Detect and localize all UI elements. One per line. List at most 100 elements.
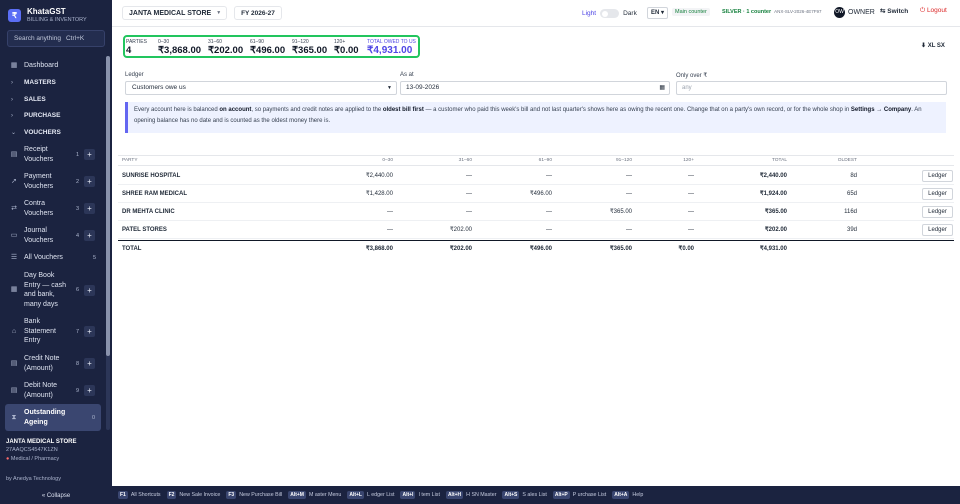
sidebar-item-receipt-vouchers[interactable]: ▤ Receipt Vouchers 1 + (0, 144, 104, 165)
asat-date-input[interactable]: 13-09-2026 ▦ (400, 81, 670, 95)
shortcut-bar: F1 All Shortcuts F2 New Sale Invoice F3 New… (112, 486, 960, 504)
settings-company-link[interactable]: Settings → Company (851, 107, 911, 113)
bank-icon: ⌂ (11, 327, 17, 335)
shop-category: ● Medical / Pharmacy (6, 456, 60, 462)
sidebar-scrollbar-thumb[interactable] (106, 56, 110, 356)
debit-note-icon: ▤ (10, 386, 18, 394)
brand-name: KhataGST (27, 7, 66, 16)
info-note: Every account here is balanced on accoun… (125, 102, 946, 133)
shortcut-master-menu[interactable]: Alt+M M aster Menu (288, 491, 341, 499)
counter-badge[interactable]: Main counter (672, 8, 710, 16)
chevron-right-icon: › (11, 96, 13, 103)
search-placeholder: Search anything (14, 35, 61, 42)
add-payment-button[interactable]: + (84, 176, 95, 187)
shortcut-new-sale[interactable]: F2 New Sale Invoice (166, 491, 220, 499)
summary-120-plus: 120+ ₹0.00 (334, 39, 359, 56)
collapse-button[interactable]: « Collapse (0, 489, 112, 504)
asat-label: As at (400, 72, 414, 78)
sidebar-item-debit-note[interactable]: ▤ Debit Note (Amount) 9 + (0, 380, 104, 401)
chevron-right-icon: › (11, 79, 13, 86)
shortcut-purchase-list[interactable]: Alt+P P urchase List (552, 491, 606, 499)
shop-info: JANTA MEDICAL STORE 27AAQCS4547K1ZN ● Me… (6, 438, 106, 464)
sidebar-section-vouchers[interactable]: ⌄ VOUCHERS (0, 127, 104, 138)
summary-parties: PARTIES 4 (126, 39, 147, 56)
add-credit-note-button[interactable]: + (84, 358, 95, 369)
shortcut-sales-list[interactable]: Alt+S S ales List (502, 491, 547, 499)
sidebar-item-label: Dashboard (24, 61, 59, 69)
shop-gstin: 27AAQCS4547K1ZN (6, 447, 58, 453)
logout-button[interactable]: ⏻ Logout (920, 7, 947, 15)
ledger-label: Ledger (125, 72, 144, 78)
sidebar-section-masters[interactable]: › MASTERS (0, 77, 104, 88)
language-select[interactable]: EN ▾ (647, 7, 669, 19)
summary-total: TOTAL OWED TO US ₹4,931.00 (367, 39, 416, 56)
rupee-logo-icon: ₹ (8, 9, 21, 22)
add-day-book-button[interactable]: + (84, 284, 95, 296)
summary-31-60: 31–60 ₹202.00 (208, 39, 244, 56)
credit-note-icon: ▤ (10, 359, 18, 367)
sidebar-section-purchase[interactable]: › PURCHASE (0, 110, 104, 121)
sidebar-item-payment-vouchers[interactable]: ➚ Payment Vouchers 2 + (0, 171, 104, 192)
shortcut-item-list[interactable]: Alt+I I tem List (400, 491, 440, 499)
table-row: SUNRISE HOSPITAL ₹2,440.00 — — — — ₹2,44… (118, 167, 954, 185)
topbar: JANTA MEDICAL STORE ▼ FY 2026-27 Light D… (112, 0, 960, 27)
shortcut-all[interactable]: F1 All Shortcuts (118, 491, 161, 499)
ledger-button[interactable]: Ledger (922, 188, 953, 200)
chevron-down-icon: ⌄ (11, 130, 17, 136)
list-icon: ☰ (10, 253, 18, 261)
search-input[interactable]: Search anything Ctrl+K (7, 30, 105, 47)
sidebar-item-all-vouchers[interactable]: ☰ All Vouchers 5 (0, 252, 104, 263)
chevron-down-icon: ▼ (216, 10, 222, 16)
table-row: SHREE RAM MEDICAL ₹1,428.00 — ₹496.00 — … (118, 185, 954, 203)
pill-icon: ● (6, 456, 10, 462)
add-journal-button[interactable]: + (84, 230, 95, 241)
brand-subtitle: BILLING & INVENTORY (27, 17, 87, 23)
summary-0-30: 0–30 ₹3,868.00 (158, 39, 202, 56)
add-debit-note-button[interactable]: + (84, 385, 95, 396)
brand[interactable]: ₹ KhataGST BILLING & INVENTORY (8, 7, 87, 24)
only-over-input[interactable]: any (676, 81, 947, 95)
shop-selector[interactable]: JANTA MEDICAL STORE ▼ (122, 6, 227, 20)
sidebar-section-sales[interactable]: › SALES (0, 94, 104, 105)
table-header: PARTY 0–30 31–60 61–90 91–120 120+ TOTAL… (118, 155, 954, 166)
add-receipt-button[interactable]: + (84, 149, 95, 160)
chevron-right-icon: › (11, 112, 13, 119)
sidebar-item-day-book[interactable]: ▦ Day Book Entry — cash and bank, many d… (0, 270, 104, 310)
sidebar-item-journal-vouchers[interactable]: ▭ Journal Vouchers 4 + (0, 225, 104, 246)
sidebar-item-credit-note[interactable]: ▤ Credit Note (Amount) 8 + (0, 353, 104, 374)
theme-toggle[interactable]: Light Dark (582, 9, 637, 18)
search-shortcut: Ctrl+K (65, 35, 85, 42)
ledger-button[interactable]: Ledger (922, 224, 953, 236)
switch-button[interactable]: ⇆ Switch (880, 7, 908, 15)
calendar-icon: ▦ (10, 286, 18, 293)
hourglass-icon: ⧗ (11, 413, 17, 421)
shop-name: JANTA MEDICAL STORE (6, 439, 77, 445)
ledger-button[interactable]: Ledger (922, 170, 953, 182)
shortcut-ledger-list[interactable]: Alt+L L edger List (347, 491, 394, 499)
vendor-credit: by Anedya Technology (6, 476, 61, 482)
add-bank-statement-button[interactable]: + (84, 326, 95, 337)
shortcut-new-purchase[interactable]: F3 New Purchase Bill (226, 491, 282, 499)
calendar-icon[interactable]: ▦ (659, 82, 665, 94)
sidebar-item-contra-vouchers[interactable]: ⇄ Contra Vouchers 3 + (0, 198, 104, 219)
table-row: DR MEHTA CLINIC — — — ₹365.00 — ₹365.00 … (118, 203, 954, 221)
user-menu[interactable]: OW OWNER (834, 7, 875, 18)
summary-91-120: 91–120 ₹365.00 (292, 39, 328, 56)
avatar: OW (834, 7, 845, 18)
theme-switch[interactable] (600, 9, 620, 18)
export-xlsx-button[interactable]: ⬇ XL SX (921, 42, 945, 49)
contra-icon: ⇄ (11, 204, 17, 212)
sidebar-item-dashboard[interactable]: ▦ Dashboard (0, 60, 104, 71)
ledger-select[interactable]: Customers owe us ▼ (125, 81, 397, 95)
shortcut-help[interactable]: Alt+A Help (612, 491, 643, 499)
sidebar-item-outstanding-ageing[interactable]: ⧗ Outstanding Ageing 0 (5, 404, 101, 431)
summary-61-90: 61–90 ₹496.00 (250, 39, 286, 56)
sidebar-item-bank-statement[interactable]: ⌂ Bank Statement Entry 7 + (0, 317, 104, 346)
fy-selector[interactable]: FY 2026-27 (234, 6, 282, 20)
receipt-icon: ▤ (10, 150, 18, 158)
sidebar: ₹ KhataGST BILLING & INVENTORY Search an… (0, 0, 112, 504)
add-contra-button[interactable]: + (84, 203, 95, 214)
shortcut-hsn-master[interactable]: Alt+H H SN Master (445, 491, 496, 499)
journal-icon: ▭ (10, 231, 18, 239)
ledger-button[interactable]: Ledger (922, 206, 953, 218)
